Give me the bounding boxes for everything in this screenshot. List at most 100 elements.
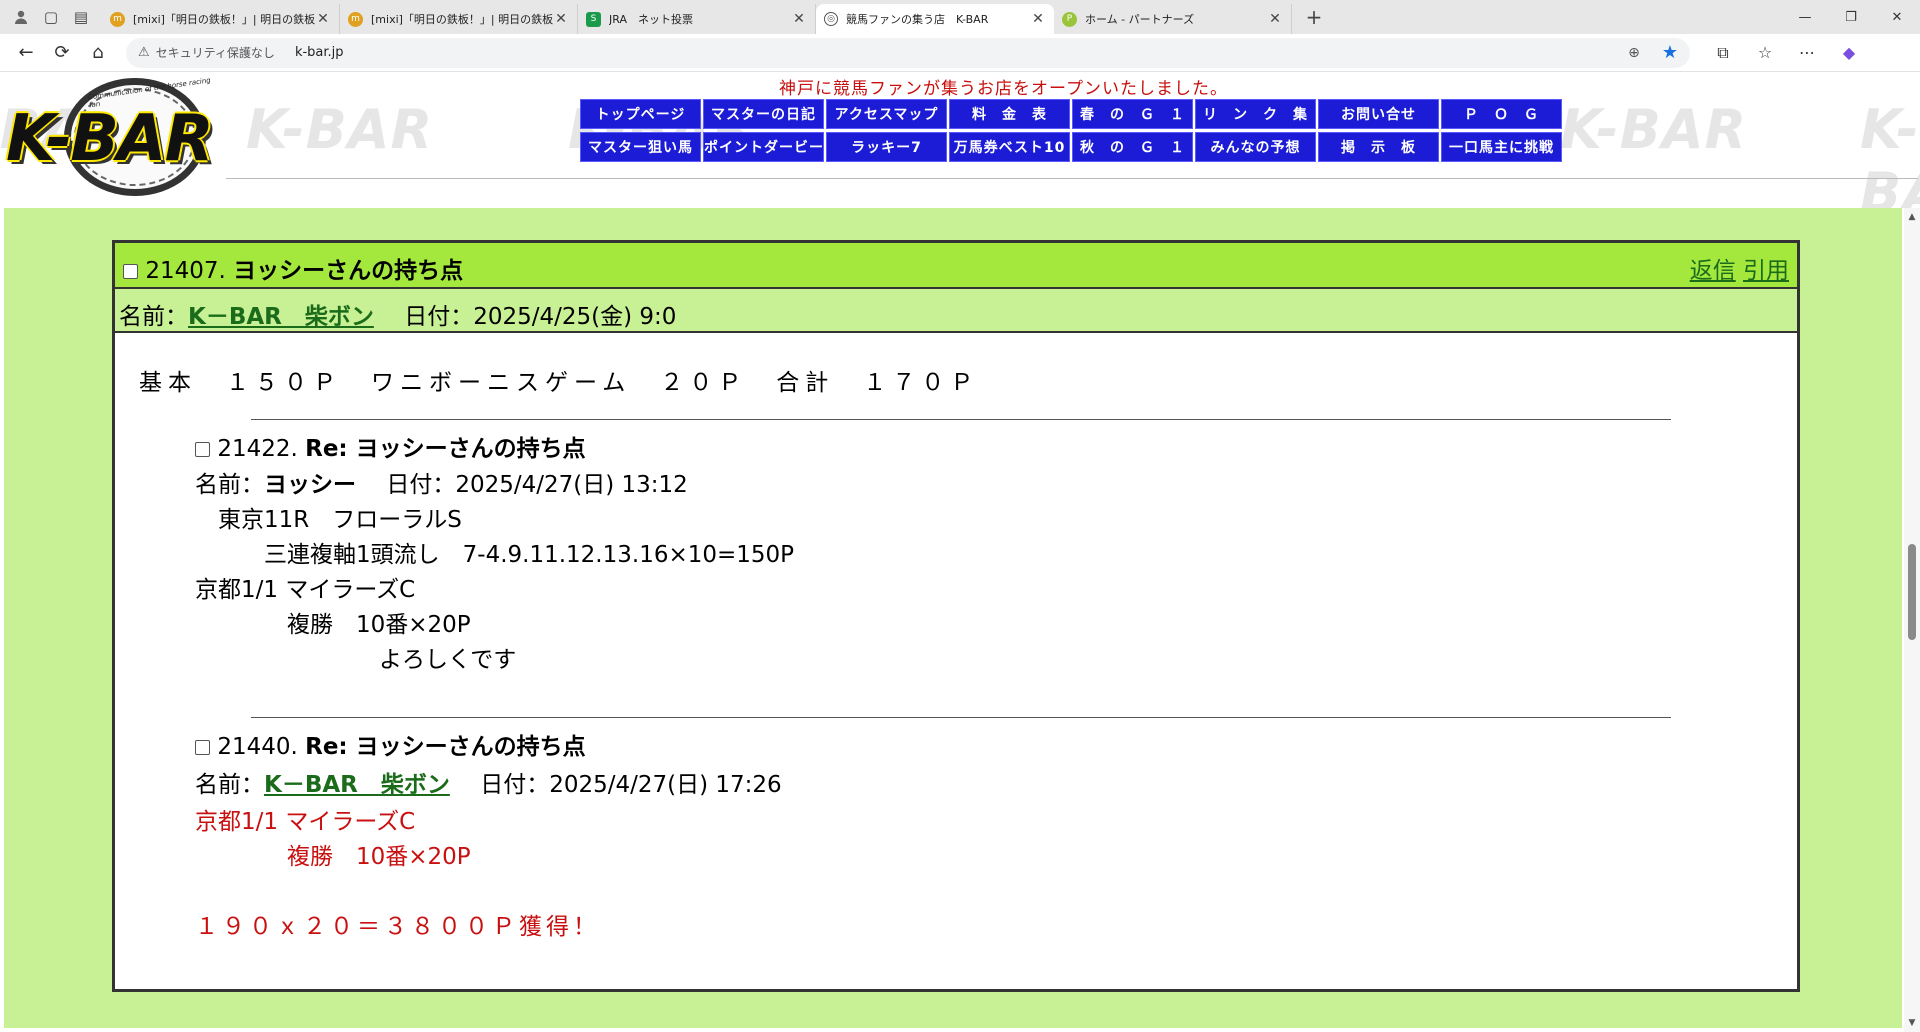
address-toolbar: ← ⟳ ⌂ ⚠ セキュリティ保護なし k-bar.jp ⊕ ★ ⧉ ☆ ⋯ ◆ xyxy=(0,34,1920,72)
bbs-post: 21407. ヨッシーさんの持ち点 返信 引用 名前：K－BAR 柴ボン 日付：… xyxy=(112,240,1800,992)
reply-line: 複勝 10番×20P xyxy=(195,612,471,638)
scroll-down-arrow-icon[interactable]: ▼ xyxy=(1904,1018,1920,1028)
restore-icon[interactable]: ❐ xyxy=(1828,0,1874,34)
extensions-icon[interactable]: ⧉ xyxy=(1702,43,1744,63)
reply-line: 京都1/1 マイラーズC xyxy=(195,577,416,603)
post-title: ヨッシーさんの持ち点 xyxy=(233,258,464,284)
menu-master-picks[interactable]: マスター狙い馬 xyxy=(580,132,701,162)
menu-master-diary[interactable]: マスターの日記 xyxy=(703,99,824,129)
post-meta: 名前：K－BAR 柴ボン 日付：2025/4/25(金) 9:0 xyxy=(115,289,1797,333)
logo-watermark: K-BAR xyxy=(1560,98,1748,161)
menu-hitokuchi-owner[interactable]: 一口馬主に挑戦 xyxy=(1441,132,1562,162)
menu-access-map[interactable]: アクセスマップ xyxy=(826,99,947,129)
browser-tab-2[interactable]: m [mixi]「明日の鉄板！」| 明日の鉄板 ✕ xyxy=(340,4,578,34)
kbar-logo[interactable]: Communication of the horse racing fan K-… xyxy=(2,72,224,198)
reply-select-checkbox[interactable] xyxy=(195,740,210,755)
reply-item: 21422. Re: ヨッシーさんの持ち点 名前：ヨッシー 日付：2025/4/… xyxy=(195,431,794,678)
menu-contact[interactable]: お問い合せ xyxy=(1318,99,1439,129)
jra-favicon-icon: S xyxy=(586,11,601,27)
zoom-icon[interactable]: ⊕ xyxy=(1628,45,1640,61)
favorite-star-icon[interactable]: ★ xyxy=(1662,42,1678,63)
menu-bulletin-board[interactable]: 掲 示 板 xyxy=(1318,132,1439,162)
profile-icon[interactable] xyxy=(6,2,36,32)
post-select-checkbox[interactable] xyxy=(123,264,138,279)
close-tab-icon[interactable]: ✕ xyxy=(553,11,569,27)
scrollbar-thumb[interactable] xyxy=(1908,544,1916,640)
warning-triangle-icon[interactable]: ⚠ xyxy=(138,45,150,60)
reply-separator xyxy=(251,717,1671,718)
close-tab-icon[interactable]: ✕ xyxy=(791,11,807,27)
address-field[interactable]: ⚠ セキュリティ保護なし k-bar.jp ⊕ ★ xyxy=(126,37,1690,68)
menu-price-list[interactable]: 料 金 表 xyxy=(949,99,1070,129)
vertical-tabs-icon[interactable]: ▤ xyxy=(66,2,96,32)
back-arrow-icon[interactable]: ← xyxy=(8,37,44,69)
menu-lucky7[interactable]: ラッキー7 xyxy=(826,132,947,162)
header-divider xyxy=(226,178,1918,179)
reply-number: 21422. xyxy=(217,436,298,462)
browser-tab-1[interactable]: m [mixi]「明日の鉄板！」| 明日の鉄板 ✕ xyxy=(102,4,340,34)
site-menu: トップページ マスターの日記 アクセスマップ 料 金 表 春 の Ｇ １ リ ン… xyxy=(580,99,1564,162)
mixi-favicon-icon: m xyxy=(110,11,125,27)
reply-link[interactable]: 返信 xyxy=(1690,258,1736,284)
menu-autumn-g1[interactable]: 秋 の Ｇ １ xyxy=(1072,132,1193,162)
close-tab-icon[interactable]: ✕ xyxy=(1267,11,1283,27)
reload-icon[interactable]: ⟳ xyxy=(44,37,80,69)
reply-select-checkbox[interactable] xyxy=(195,442,210,457)
post-body: 基本 １５０Ｐ ワニボーニスゲーム ２０Ｐ 合計 １７０Ｐ xyxy=(139,370,980,396)
logo-watermark: K-BAR xyxy=(246,98,434,161)
copilot-icon[interactable]: ◆ xyxy=(1828,43,1870,63)
close-tab-icon[interactable]: ✕ xyxy=(1030,11,1046,27)
reply-title: Re: ヨッシーさんの持ち点 xyxy=(305,734,586,760)
menu-links[interactable]: リ ン ク 集 xyxy=(1195,99,1316,129)
date-label: 日付： xyxy=(386,472,456,498)
reply-separator xyxy=(251,419,1671,420)
close-window-icon[interactable]: ✕ xyxy=(1874,0,1920,34)
menu-spring-g1[interactable]: 春 の Ｇ １ xyxy=(1072,99,1193,129)
date-label: 日付： xyxy=(404,304,474,330)
minimize-icon[interactable]: — xyxy=(1782,0,1828,34)
reply-line: 東京11R フローラルS xyxy=(195,507,462,533)
browser-tab-4-active[interactable]: ◎ 競馬ファンの集う店 K-BAR ✕ xyxy=(816,4,1054,34)
more-menu-icon[interactable]: ⋯ xyxy=(1786,43,1828,63)
security-label[interactable]: セキュリティ保護なし xyxy=(156,44,275,61)
author-name-link[interactable]: K－BAR 柴ボン xyxy=(188,304,374,330)
menu-everyones-picks[interactable]: みんなの予想 xyxy=(1195,132,1316,162)
reply-author: ヨッシー xyxy=(264,472,356,498)
reply-author-link[interactable]: K－BAR 柴ボン xyxy=(264,772,450,798)
post-date: 2025/4/25(金) 9:0 xyxy=(473,304,677,330)
site-header: K-BAR K-BAR K-BAR K-BAR K-BAR Communicat… xyxy=(0,72,1920,208)
home-icon[interactable]: ⌂ xyxy=(80,37,116,69)
partners-favicon-icon: P xyxy=(1062,11,1077,27)
workspaces-icon[interactable]: ▢ xyxy=(36,2,66,32)
globe-icon: ◎ xyxy=(824,12,838,26)
reply-line: よろしくです xyxy=(195,647,517,673)
page-content: 21407. ヨッシーさんの持ち点 返信 引用 名前：K－BAR 柴ボン 日付：… xyxy=(4,208,1902,1028)
logo-watermark: K-BAR xyxy=(1860,98,1920,208)
menu-point-derby[interactable]: ポイントダービー xyxy=(703,132,824,162)
name-label: 名前： xyxy=(119,304,188,330)
browser-tab-3[interactable]: S JRA ネット投票 ✕ xyxy=(578,4,816,34)
reply-line xyxy=(195,875,782,910)
new-tab-icon[interactable]: + xyxy=(1298,5,1330,29)
reply-line: 三連複軸1頭流し 7-4.9.11.12.13.16×10=150P xyxy=(195,542,795,568)
menu-manbaken-best10[interactable]: 万馬券ベスト10 xyxy=(949,132,1070,162)
reply-date: 2025/4/27(日) 13:12 xyxy=(455,472,688,498)
reply-line: 複勝 10番×20P xyxy=(195,844,471,870)
browser-tab-5[interactable]: P ホーム - パートナーズ ✕ xyxy=(1054,4,1292,34)
announcement-banner: 神戸に競馬ファンが集うお店をオープンいたしました。 xyxy=(779,79,1228,99)
reply-number: 21440. xyxy=(217,734,298,760)
favorites-icon[interactable]: ☆ xyxy=(1744,43,1786,63)
toolbar-icons: ⧉ ☆ ⋯ ◆ xyxy=(1702,43,1870,63)
quote-link[interactable]: 引用 xyxy=(1743,258,1789,284)
reply-line: １９０ｘ２０＝３８００Ｐ獲得！ xyxy=(195,914,600,940)
scroll-up-arrow-icon[interactable]: ▲ xyxy=(1904,212,1920,222)
menu-pog[interactable]: Ｐ Ｏ Ｇ xyxy=(1441,99,1562,129)
page-scrollbar[interactable]: ▲ ▼ xyxy=(1904,208,1920,1032)
reply-line: 京都1/1 マイラーズC xyxy=(195,809,416,835)
date-label: 日付： xyxy=(480,772,550,798)
close-tab-icon[interactable]: ✕ xyxy=(315,11,331,27)
tab-strip: ▢ ▤ m [mixi]「明日の鉄板！」| 明日の鉄板 ✕ m [mixi]「明… xyxy=(0,0,1920,34)
reply-item: 21440. Re: ヨッシーさんの持ち点 名前：K－BAR 柴ボン 日付：20… xyxy=(195,729,782,945)
url-text[interactable]: k-bar.jp xyxy=(295,45,1628,60)
menu-top-page[interactable]: トップページ xyxy=(580,99,701,129)
